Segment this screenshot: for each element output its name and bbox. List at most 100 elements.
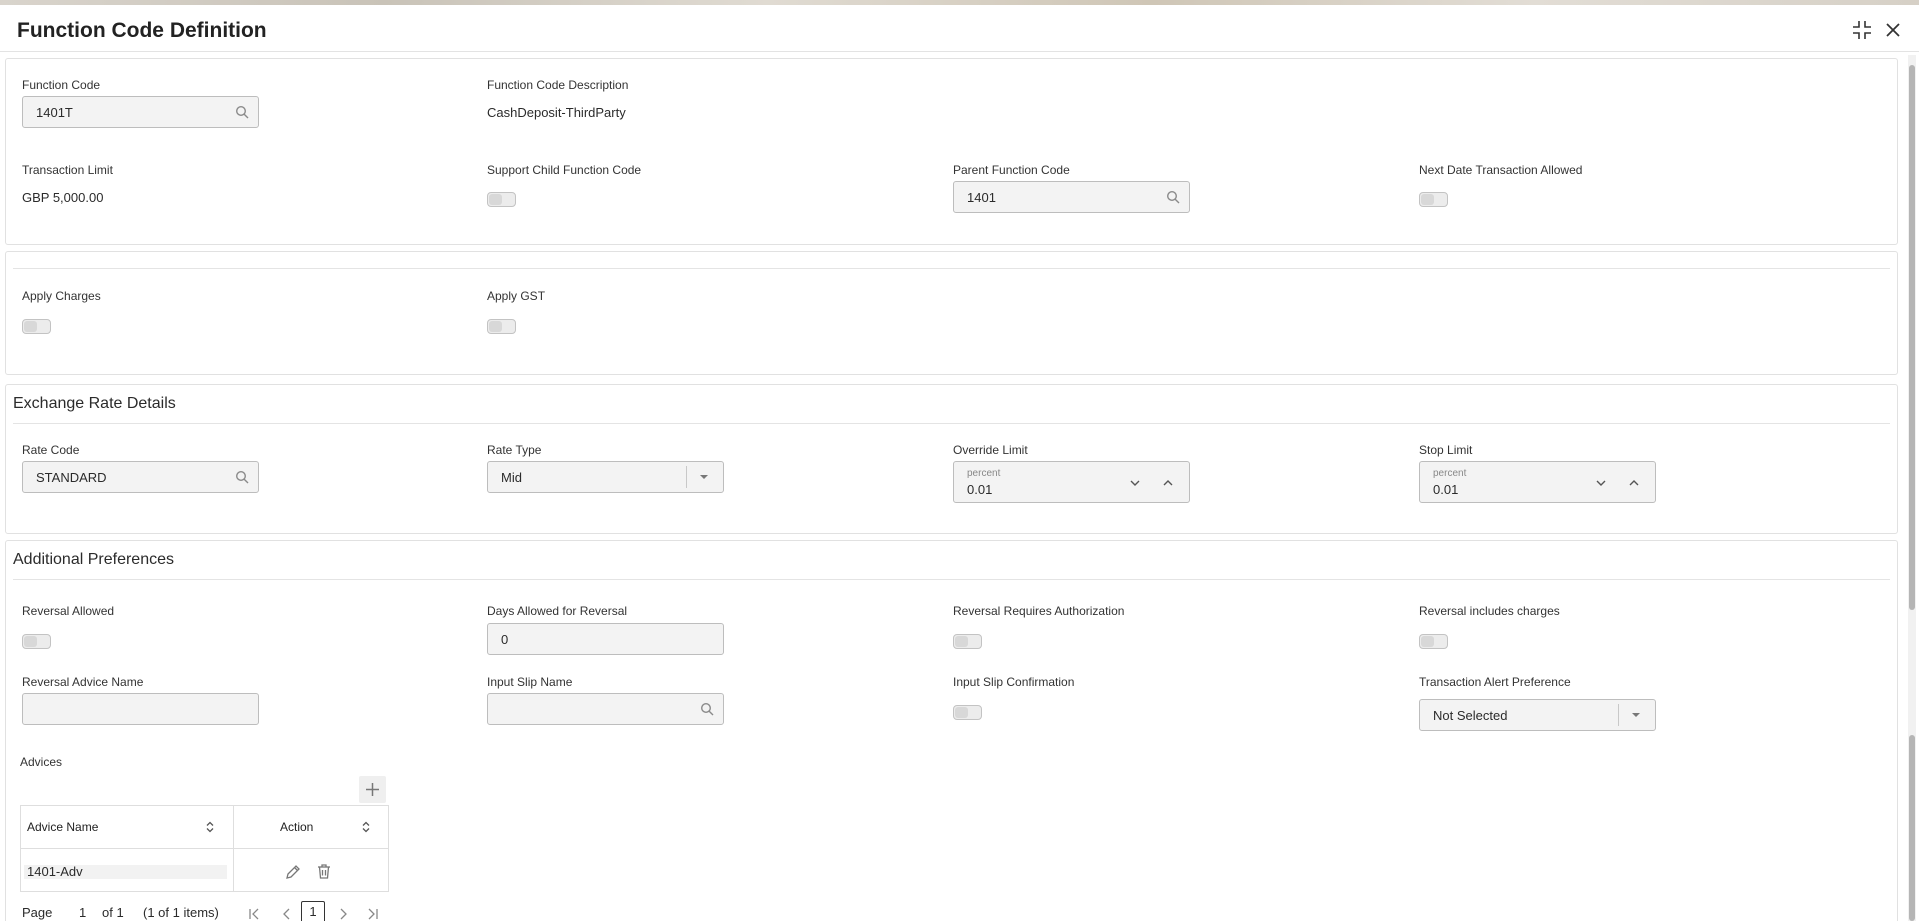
- select-divider: [686, 466, 687, 488]
- chevron-up-icon[interactable]: [1628, 476, 1640, 494]
- rate-type-select[interactable]: Mid: [487, 461, 724, 493]
- pager-items-label: (1 of 1 items): [143, 905, 219, 920]
- sort-icon[interactable]: [361, 821, 371, 836]
- select-divider: [1618, 704, 1619, 726]
- input-slip-field[interactable]: [487, 693, 724, 725]
- close-icon[interactable]: [1882, 19, 1904, 41]
- search-icon[interactable]: [700, 702, 714, 716]
- column-label: Action: [280, 820, 314, 834]
- reversal-allowed-toggle[interactable]: [22, 634, 51, 649]
- reversal-allowed-label: Reversal Allowed: [22, 604, 115, 618]
- advices-title: Advices: [20, 755, 63, 769]
- scrollbar-thumb[interactable]: [1909, 65, 1915, 610]
- rate-code-value: STANDARD: [36, 470, 107, 485]
- rate-code-field[interactable]: STANDARD: [22, 461, 259, 493]
- current-page-button[interactable]: 1: [301, 901, 325, 921]
- function-code-value: 1401T: [36, 105, 73, 120]
- collapse-icon[interactable]: [1851, 19, 1873, 41]
- reversal-auth-label: Reversal Requires Authorization: [953, 604, 1125, 618]
- input-slip-confirm-label: Input Slip Confirmation: [953, 675, 1075, 689]
- add-advice-button[interactable]: [359, 776, 386, 803]
- rate-code-label: Rate Code: [22, 443, 80, 457]
- function-code-label: Function Code: [22, 78, 101, 92]
- column-header-advice-name[interactable]: Advice Name: [21, 806, 234, 848]
- last-page-icon[interactable]: [365, 907, 379, 921]
- next-page-icon[interactable]: [338, 907, 348, 921]
- apply-gst-toggle[interactable]: [487, 319, 516, 334]
- page-header: Function Code Definition: [0, 5, 1919, 52]
- alert-pref-value: Not Selected: [1433, 708, 1508, 723]
- divider: [13, 268, 1890, 269]
- reversal-advice-label: Reversal Advice Name: [22, 675, 144, 689]
- days-allowed-field[interactable]: 0: [487, 623, 724, 655]
- pager-page-label: Page: [22, 905, 53, 920]
- days-allowed-value: 0: [501, 632, 509, 647]
- sort-icon[interactable]: [205, 821, 215, 836]
- function-code-field[interactable]: 1401T: [22, 96, 259, 128]
- additional-preferences-title: Additional Preferences: [13, 551, 174, 568]
- search-icon[interactable]: [235, 105, 249, 119]
- apply-charges-label: Apply Charges: [22, 289, 101, 303]
- apply-charges-toggle[interactable]: [22, 319, 51, 334]
- parent-function-label: Parent Function Code: [953, 163, 1070, 177]
- edit-icon[interactable]: [285, 864, 301, 885]
- charges-panel: Apply Charges Apply GST: [5, 251, 1898, 375]
- vertical-scrollbar[interactable]: [1908, 55, 1916, 921]
- table-header: Advice Name Action: [21, 806, 388, 849]
- main-content: Function Code 1401T Function Code Descri…: [5, 55, 1898, 921]
- advice-name-value: 1401-Adv: [27, 864, 83, 879]
- reversal-charges-label: Reversal includes charges: [1419, 604, 1560, 618]
- reversal-auth-toggle[interactable]: [953, 634, 982, 649]
- divider: [13, 579, 1890, 580]
- parent-function-field[interactable]: 1401: [953, 181, 1190, 213]
- input-slip-label: Input Slip Name: [487, 675, 573, 689]
- pager-page-input[interactable]: 1: [79, 905, 86, 920]
- exchange-rate-panel: Exchange Rate Details Rate Code STANDARD…: [5, 384, 1898, 534]
- exchange-rate-title: Exchange Rate Details: [13, 395, 176, 412]
- support-child-label: Support Child Function Code: [487, 163, 642, 177]
- table-row: 1401-Adv: [21, 849, 388, 892]
- next-date-toggle[interactable]: [1419, 192, 1448, 207]
- chevron-up-icon[interactable]: [1162, 476, 1174, 494]
- delete-icon[interactable]: [316, 863, 332, 885]
- override-limit-unit: percent: [967, 468, 1001, 479]
- column-divider: [233, 849, 234, 892]
- chevron-down-icon[interactable]: [1632, 713, 1640, 717]
- column-header-action[interactable]: Action: [234, 806, 388, 848]
- chevron-down-icon[interactable]: [1129, 476, 1141, 494]
- reversal-charges-toggle[interactable]: [1419, 634, 1448, 649]
- search-icon[interactable]: [235, 470, 249, 484]
- stop-limit-unit: percent: [1433, 468, 1467, 479]
- plus-icon: [365, 782, 380, 802]
- stop-limit-label: Stop Limit: [1419, 443, 1473, 457]
- input-slip-confirm-toggle[interactable]: [953, 705, 982, 720]
- next-date-label: Next Date Transaction Allowed: [1419, 163, 1583, 177]
- page-title: Function Code Definition: [17, 19, 267, 42]
- first-page-icon[interactable]: [248, 907, 262, 921]
- transaction-limit-value: GBP 5,000.00: [22, 190, 104, 205]
- apply-gst-label: Apply GST: [487, 289, 546, 303]
- support-child-toggle[interactable]: [487, 192, 516, 207]
- advices-table: Advice Name Action 1401-Adv: [20, 805, 389, 892]
- chevron-down-icon[interactable]: [1595, 476, 1607, 494]
- transaction-limit-label: Transaction Limit: [22, 163, 113, 177]
- description-label: Function Code Description: [487, 78, 629, 92]
- stop-limit-field[interactable]: percent 0.01: [1419, 461, 1656, 503]
- pager-of-label: of 1: [102, 905, 124, 920]
- rate-type-label: Rate Type: [487, 443, 542, 457]
- scrollbar-thumb-lower[interactable]: [1909, 735, 1915, 921]
- alert-pref-label: Transaction Alert Preference: [1419, 675, 1571, 689]
- divider: [13, 423, 1890, 424]
- reversal-advice-field[interactable]: [22, 693, 259, 725]
- function-details-panel: Function Code 1401T Function Code Descri…: [5, 58, 1898, 245]
- alert-pref-select[interactable]: Not Selected: [1419, 699, 1656, 731]
- advice-name-cell: 1401-Adv: [24, 864, 227, 879]
- chevron-down-icon[interactable]: [700, 475, 708, 479]
- override-limit-field[interactable]: percent 0.01: [953, 461, 1190, 503]
- days-allowed-label: Days Allowed for Reversal: [487, 604, 628, 618]
- parent-function-value: 1401: [967, 190, 996, 205]
- rate-type-value: Mid: [501, 470, 522, 485]
- override-limit-value: 0.01: [967, 482, 993, 497]
- search-icon[interactable]: [1166, 190, 1180, 204]
- previous-page-icon[interactable]: [282, 907, 292, 921]
